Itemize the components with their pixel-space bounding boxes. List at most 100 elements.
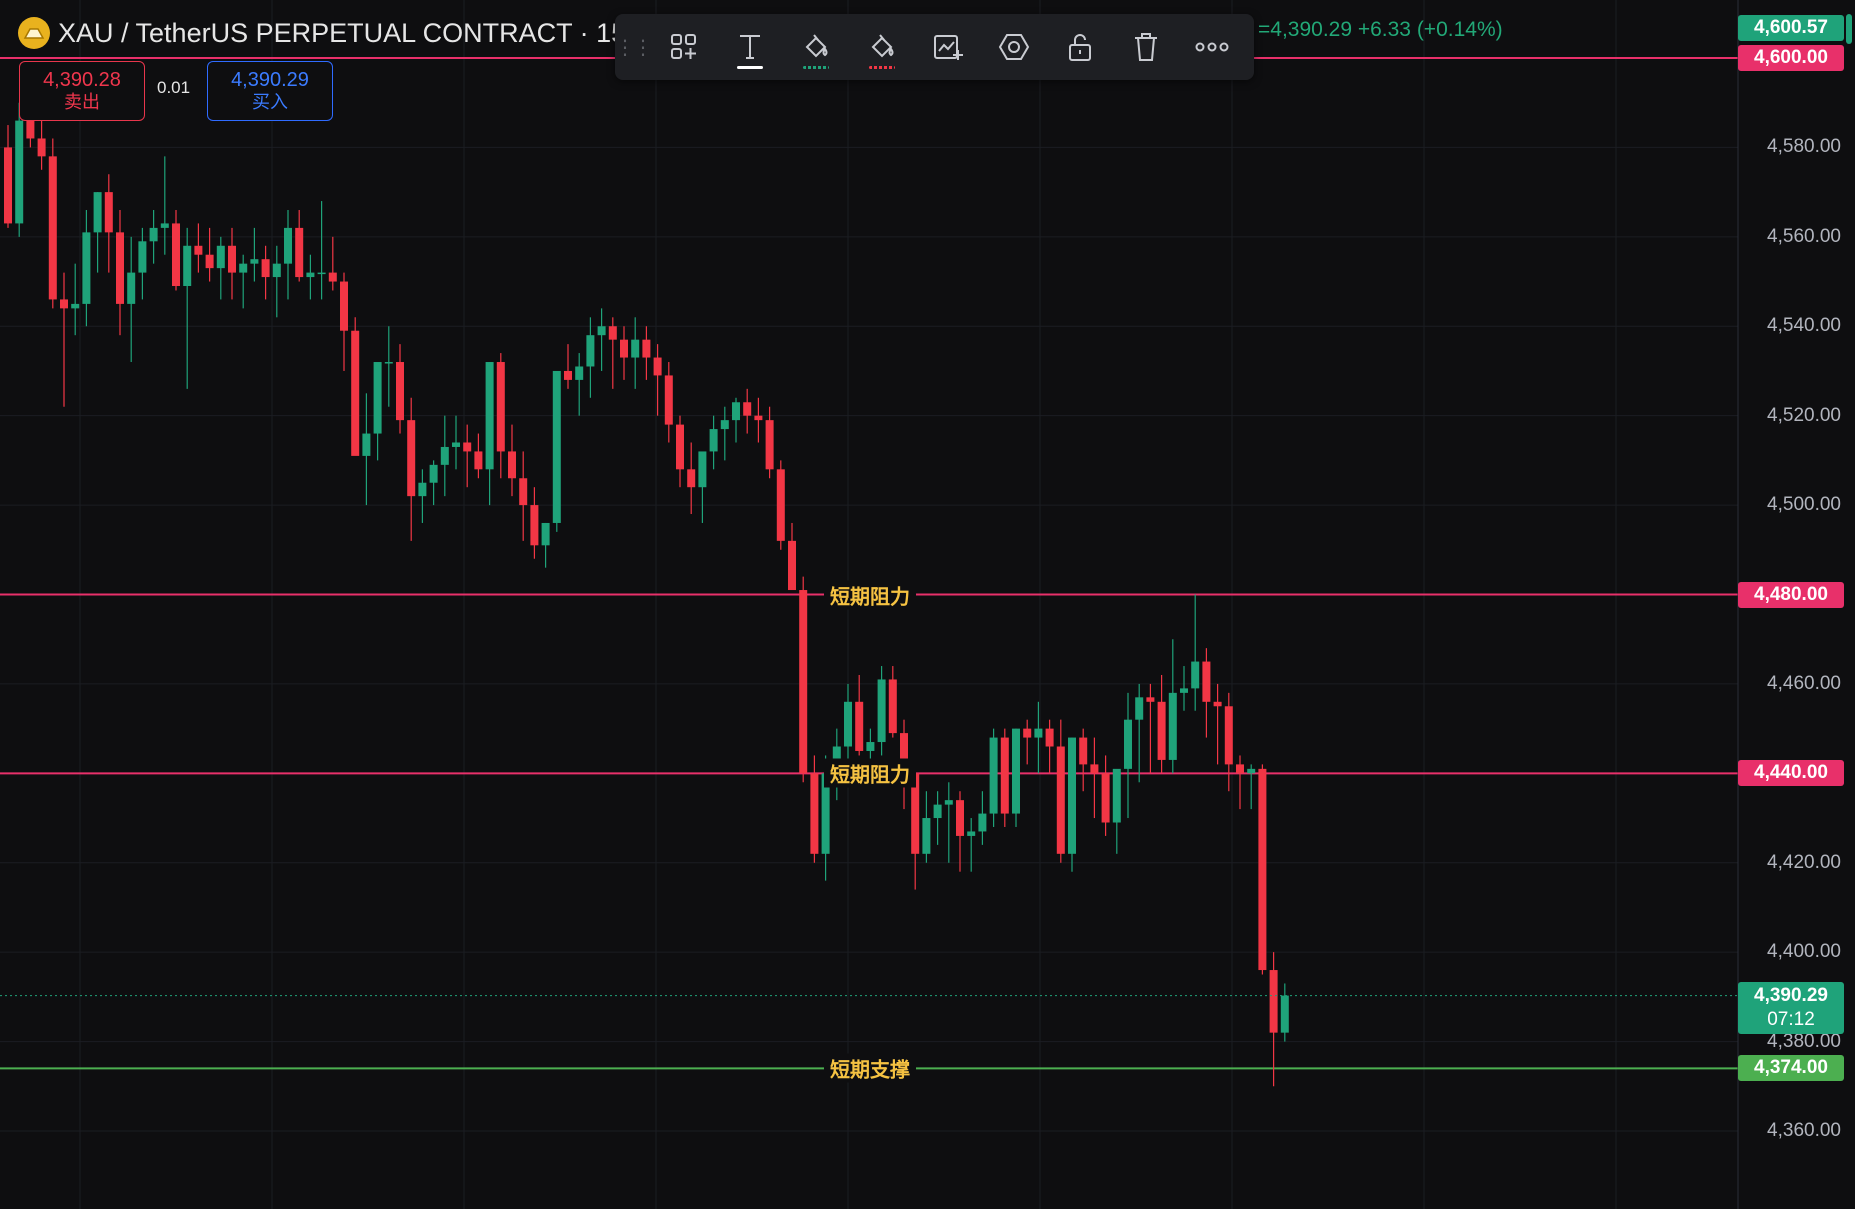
price-axis-label: 4,560.00 <box>1767 225 1841 247</box>
candle <box>1056 719 1065 863</box>
price-axis-label: 4,460.00 <box>1767 672 1841 694</box>
candle <box>732 397 740 443</box>
candle-body <box>205 254 214 269</box>
candle <box>194 223 203 273</box>
candle <box>709 415 718 470</box>
more-icon[interactable] <box>1179 14 1245 80</box>
candle-body <box>474 451 483 470</box>
candle <box>720 406 729 461</box>
candle-body <box>496 362 505 452</box>
resistance-price-tag: 4,440.00 <box>1738 760 1844 787</box>
candle-body <box>1236 764 1244 774</box>
candle-body <box>1068 737 1076 854</box>
buy-label: 买入 <box>252 92 288 112</box>
candle-body <box>373 362 382 434</box>
candle-body <box>429 464 438 483</box>
candle <box>82 210 91 327</box>
candle <box>1090 737 1099 819</box>
resistance-line-label: 短期阻力 <box>824 758 916 788</box>
current-price-value: 4,390.29 <box>1754 984 1828 1006</box>
candle <box>1269 952 1278 1087</box>
buy-button[interactable]: 4,390.29 买入 <box>207 61 333 121</box>
candle-body <box>384 362 393 364</box>
candle <box>4 125 12 228</box>
candle-body <box>1012 728 1020 814</box>
candle-body <box>776 469 785 541</box>
price-axis-label: 4,500.00 <box>1767 494 1841 516</box>
unlock-icon[interactable] <box>1047 14 1113 80</box>
drag-handle-icon[interactable]: ⋮⋮ <box>615 14 653 80</box>
candle <box>183 227 192 389</box>
candle <box>485 362 494 506</box>
candle <box>608 317 617 389</box>
trash-icon[interactable] <box>1113 14 1179 80</box>
candle-body <box>631 339 640 358</box>
candle <box>295 210 304 282</box>
candle <box>284 210 292 300</box>
candle-body <box>228 245 236 273</box>
candle-body <box>1000 737 1009 814</box>
candle <box>48 138 57 309</box>
candle <box>1191 594 1200 711</box>
candle <box>216 236 225 300</box>
candle <box>933 791 942 845</box>
chart-add-icon[interactable] <box>915 14 981 80</box>
candle <box>172 210 180 291</box>
candlestick-chart[interactable] <box>0 0 1855 1209</box>
fill-up-icon[interactable] <box>783 14 849 80</box>
candle <box>877 666 886 756</box>
candle-body <box>60 299 68 309</box>
candle-body <box>620 339 628 358</box>
candle-body <box>351 330 360 456</box>
buy-price: 4,390.29 <box>231 69 309 91</box>
candle <box>1280 983 1289 1042</box>
candle-body <box>272 263 281 278</box>
price-axis-label: 4,580.00 <box>1767 136 1841 158</box>
candle-body <box>295 227 304 278</box>
candle <box>340 272 348 371</box>
candle-body <box>698 451 707 488</box>
candle <box>384 326 393 407</box>
drawing-toolbar: ⋮⋮ <box>615 14 1254 80</box>
candle-body <box>855 701 864 751</box>
candle-body <box>888 679 897 734</box>
text-icon[interactable] <box>717 14 783 80</box>
candle-body <box>922 818 931 854</box>
candle <box>71 263 80 336</box>
sell-button[interactable]: 4,390.28 卖出 <box>19 61 145 121</box>
price-change-readout: =4,390.29 +6.33 (+0.14%) <box>1258 18 1503 41</box>
price-axis-label: 4,420.00 <box>1767 851 1841 873</box>
candle <box>1135 683 1144 783</box>
settings-hex-icon[interactable] <box>981 14 1047 80</box>
axis-scroll-indicator[interactable] <box>1846 14 1852 44</box>
candle-body <box>306 272 315 278</box>
candle <box>127 236 136 363</box>
candle <box>620 326 628 380</box>
price-axis-label: 4,360.00 <box>1767 1120 1841 1141</box>
candle-body <box>765 420 774 470</box>
candle <box>642 326 651 380</box>
candle <box>261 245 270 300</box>
candle-body <box>116 232 124 304</box>
symbol-header[interactable]: XAU / TetherUS PERPETUAL CONTRACT · 15 · <box>18 14 643 52</box>
candle <box>967 818 976 872</box>
candle-body <box>1269 970 1278 1033</box>
candle-body <box>328 272 337 282</box>
candle-body <box>104 192 113 233</box>
candle <box>1101 755 1110 836</box>
horizontal-lines <box>0 57 1738 1070</box>
countdown-timer: 07:12 <box>1767 1008 1815 1030</box>
candle-body <box>362 433 371 456</box>
candle-body <box>15 120 24 224</box>
candle-body <box>720 420 729 430</box>
fill-down-icon[interactable] <box>849 14 915 80</box>
candle <box>776 460 785 550</box>
candle-body <box>48 156 57 300</box>
candle-body <box>149 227 158 242</box>
add-object-icon[interactable] <box>651 14 717 80</box>
candle-body <box>1124 719 1132 769</box>
candle-body <box>1157 701 1166 760</box>
candle-body <box>452 442 460 447</box>
candle-body <box>396 362 404 421</box>
candle <box>922 791 931 863</box>
